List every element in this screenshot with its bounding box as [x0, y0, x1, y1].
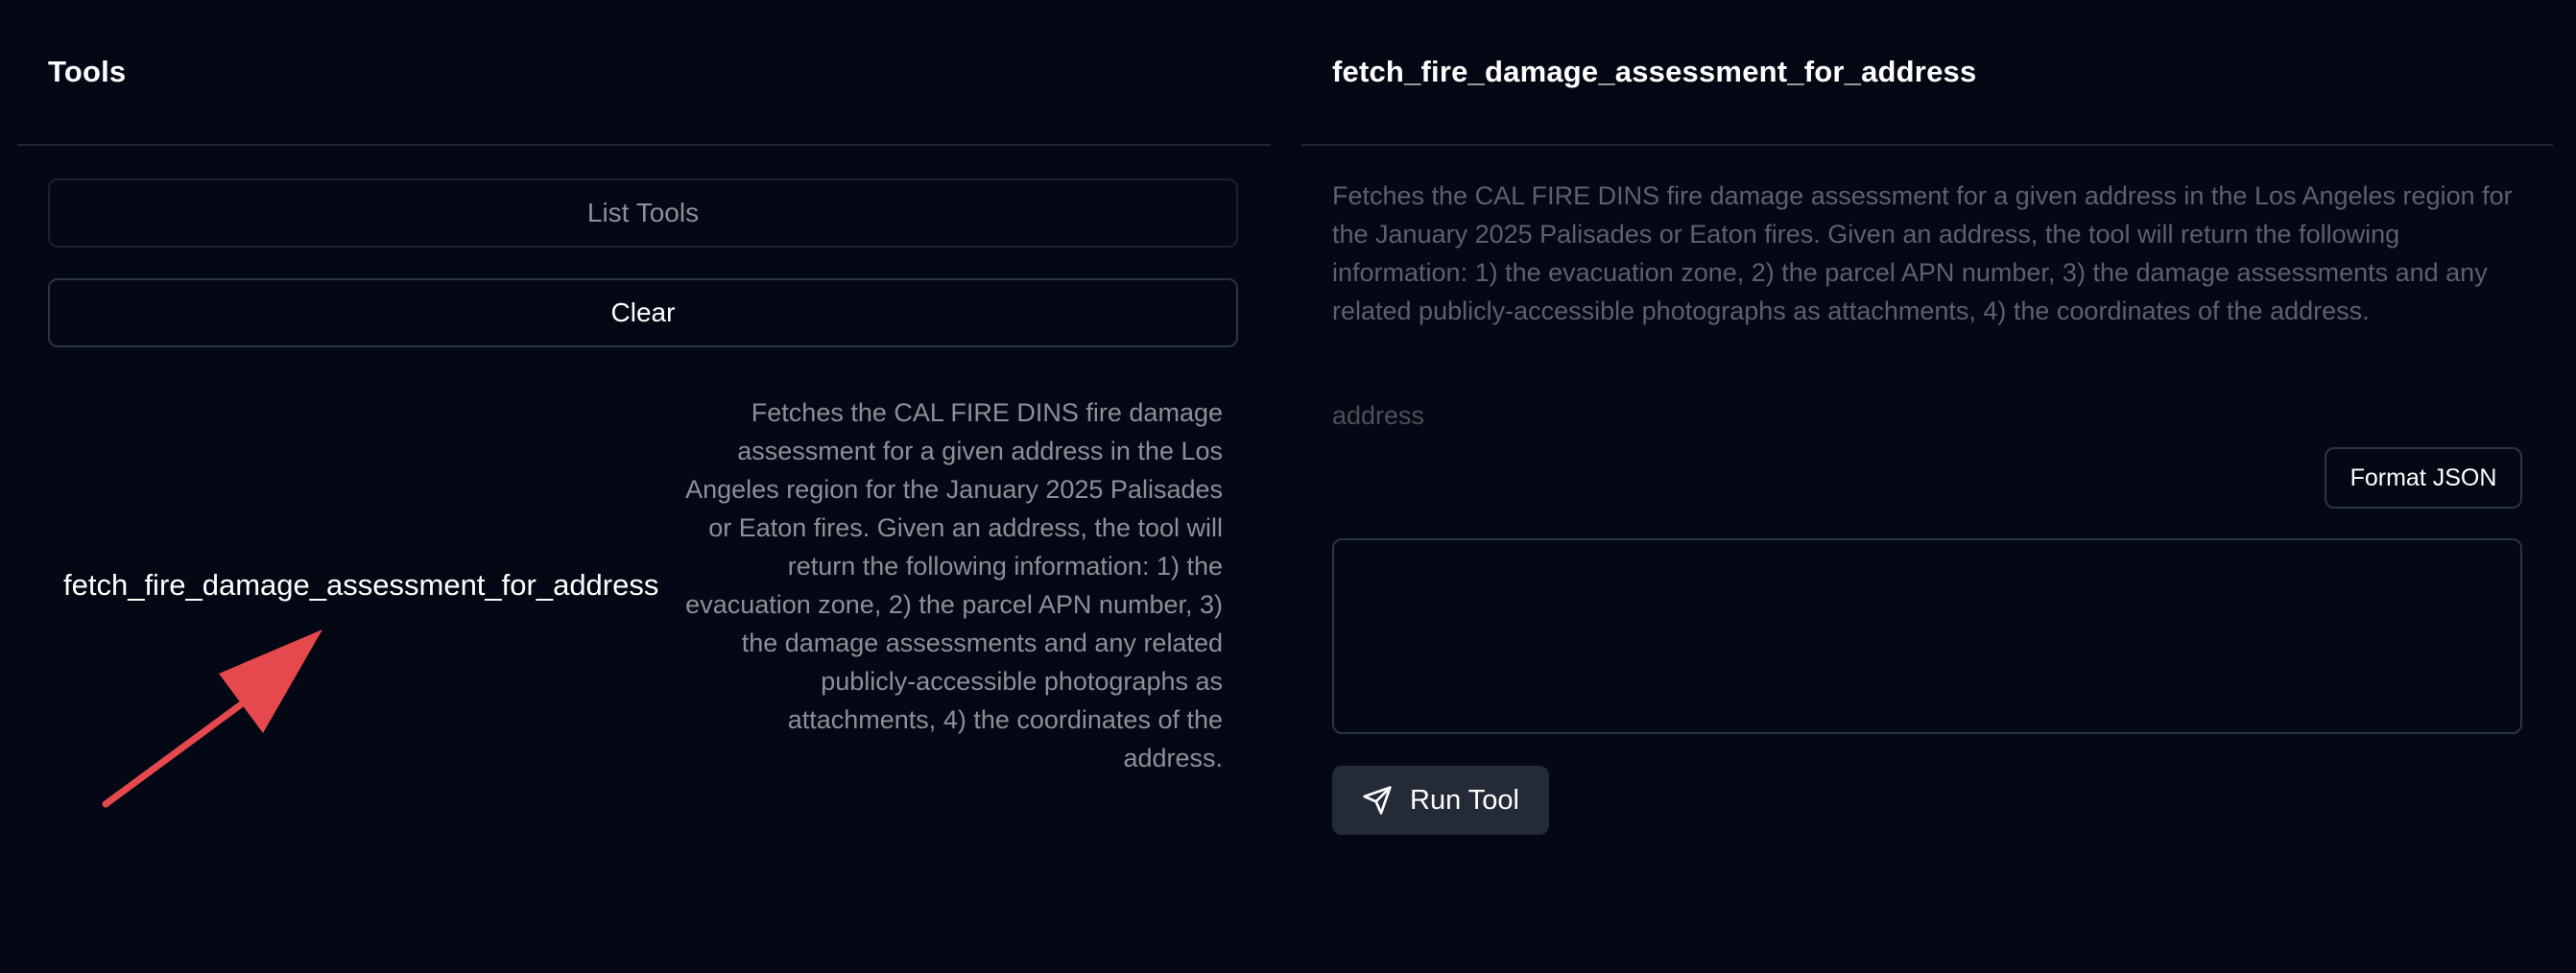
- tool-name: fetch_fire_damage_assessment_for_address: [63, 568, 659, 602]
- run-tool-button[interactable]: Run Tool: [1332, 766, 1549, 835]
- address-json-input[interactable]: [1332, 538, 2522, 734]
- tool-detail-title: fetch_fire_damage_assessment_for_address: [1332, 55, 1977, 88]
- format-json-button[interactable]: Format JSON: [2325, 447, 2522, 509]
- tool-detail-panel: fetch_fire_damage_assessment_for_address…: [1301, 0, 2553, 973]
- send-icon: [1363, 786, 1392, 815]
- list-tools-button[interactable]: List Tools: [48, 178, 1238, 248]
- clear-button[interactable]: Clear: [48, 278, 1238, 347]
- tools-title: Tools: [48, 55, 127, 88]
- tool-detail-header: fetch_fire_damage_assessment_for_address: [1301, 0, 2553, 146]
- tools-header: Tools: [17, 0, 1271, 146]
- arrow-annotation-icon: [102, 629, 322, 808]
- tool-description: Fetches the CAL FIRE DINS fire damage as…: [685, 398, 1223, 772]
- tool-detail-description: Fetches the CAL FIRE DINS fire damage as…: [1332, 181, 2513, 325]
- run-tool-label: Run Tool: [1410, 784, 1519, 816]
- tools-panel: Tools List Tools Clear fetch_fire_damage…: [17, 0, 1271, 973]
- address-field-label: address: [1332, 401, 1425, 430]
